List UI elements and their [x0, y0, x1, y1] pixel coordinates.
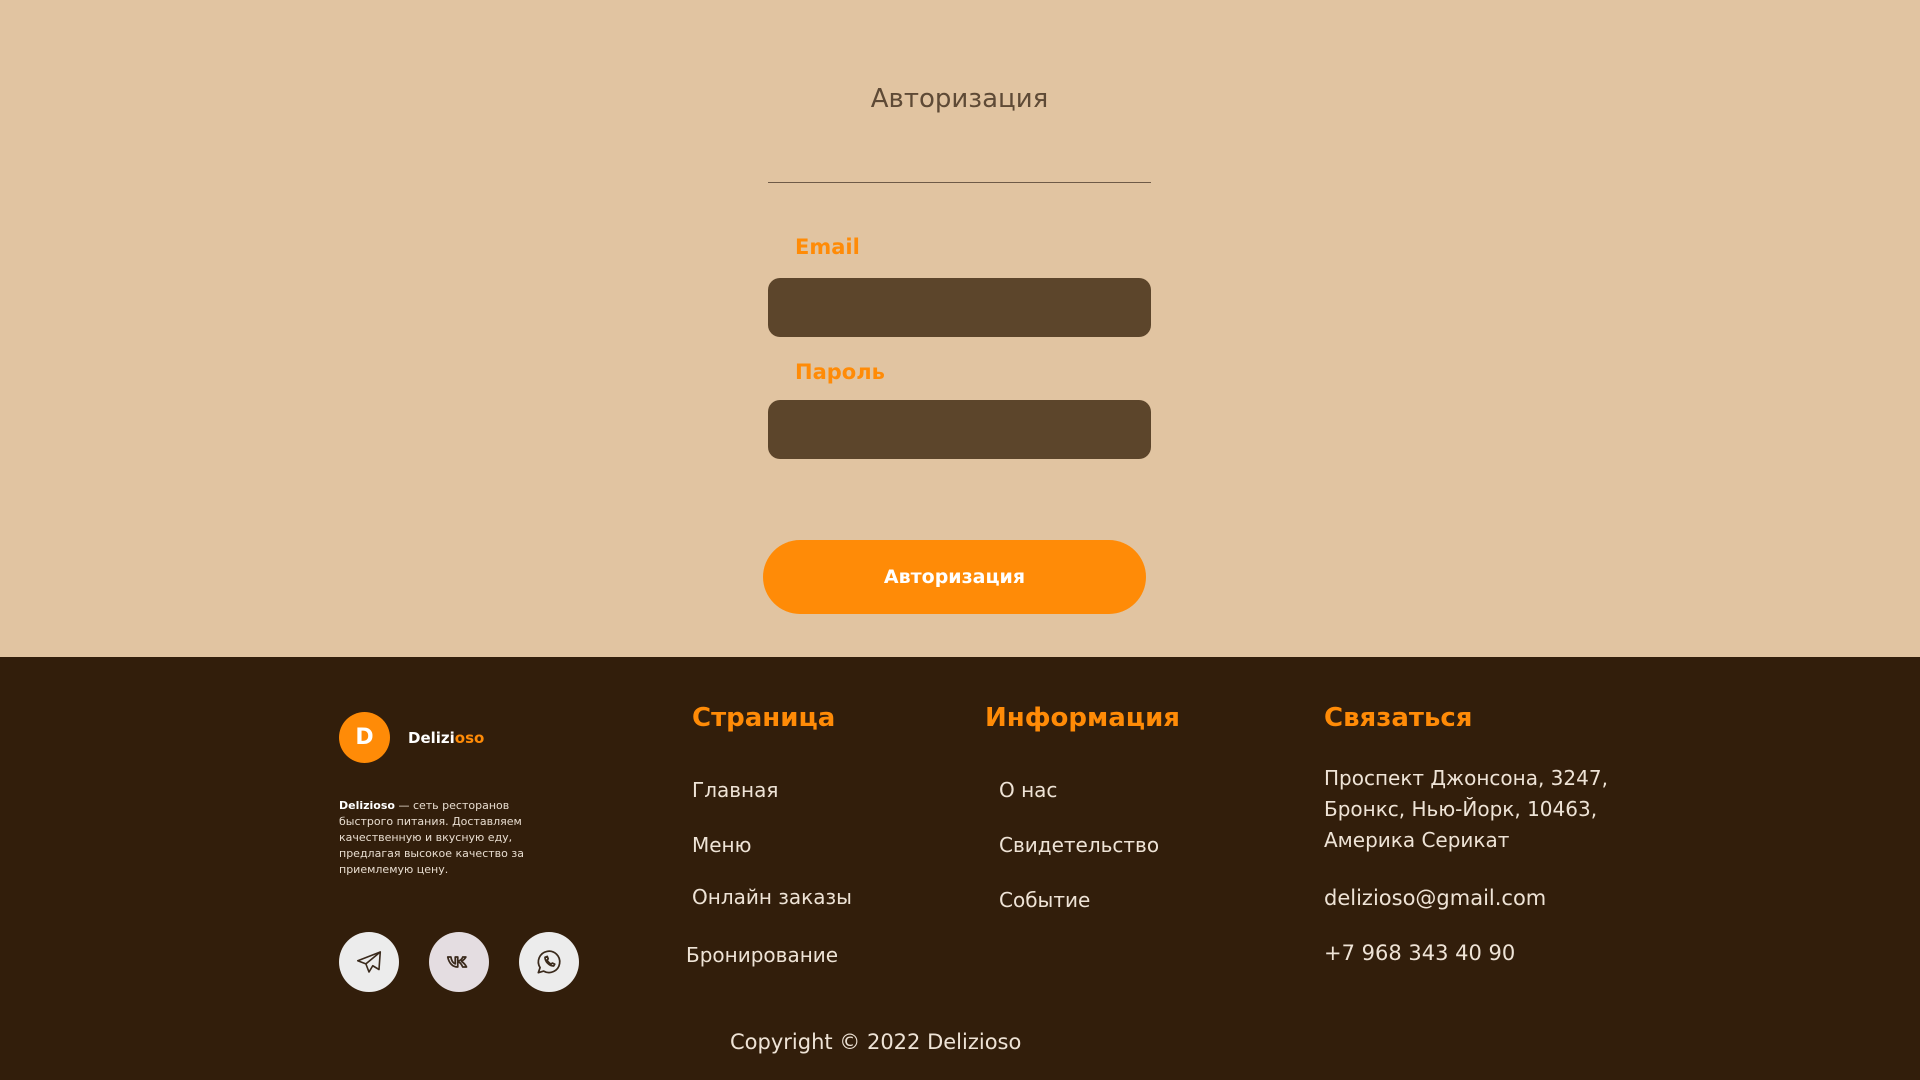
logo-icon[interactable]: D [339, 712, 390, 763]
auth-section: Авторизация Email Пароль Авторизация [0, 0, 1920, 657]
about-brand: Delizioso [339, 799, 395, 812]
brand-name-part1: Delizi [408, 729, 455, 747]
footer-link-booking[interactable]: Бронирование [686, 943, 838, 967]
contact-title: Связаться [1324, 703, 1473, 733]
contact-address: Проспект Джонсона, 3247, Бронкс, Нью-Йор… [1324, 763, 1614, 856]
whatsapp-icon [537, 950, 561, 974]
address-line-1: Проспект Джонсона, 3247, [1324, 766, 1608, 790]
email-input[interactable] [768, 278, 1151, 337]
login-button[interactable]: Авторизация [763, 540, 1146, 614]
email-label: Email [795, 235, 860, 259]
whatsapp-button[interactable] [519, 932, 579, 992]
password-label: Пароль [795, 360, 885, 384]
footer-link-events[interactable]: Событие [999, 888, 1090, 912]
footer-link-menu[interactable]: Меню [692, 833, 751, 857]
footer-link-about[interactable]: О нас [999, 778, 1057, 802]
contact-phone[interactable]: +7 968 343 40 90 [1324, 941, 1515, 965]
auth-divider [768, 182, 1151, 183]
auth-title: Авторизация [870, 84, 1049, 114]
copyright: Copyright © 2022 Delizioso [730, 1030, 1022, 1054]
pages-title: Страница [692, 703, 836, 733]
brand-name-part2: oso [454, 729, 485, 747]
brand-name[interactable]: Delizioso [408, 729, 484, 747]
footer [0, 657, 1920, 1080]
vk-button[interactable] [429, 932, 489, 992]
footer-link-testimonials[interactable]: Свидетельство [999, 833, 1159, 857]
vk-icon [446, 956, 468, 968]
contact-email[interactable]: delizioso@gmail.com [1324, 886, 1546, 910]
address-line-3: Америка Серикат [1324, 828, 1510, 852]
telegram-icon [356, 951, 382, 973]
info-title: Информация [985, 703, 1180, 733]
footer-link-home[interactable]: Главная [692, 778, 778, 802]
page: Авторизация Email Пароль Авторизация D D… [0, 0, 1920, 1080]
address-line-2: Бронкс, Нью-Йорк, 10463, [1324, 797, 1598, 821]
footer-link-online-orders[interactable]: Онлайн заказы [692, 885, 852, 909]
password-input[interactable] [768, 400, 1151, 459]
about-text: Delizioso — сеть ресторанов быстрого пит… [339, 798, 529, 878]
telegram-button[interactable] [339, 932, 399, 992]
